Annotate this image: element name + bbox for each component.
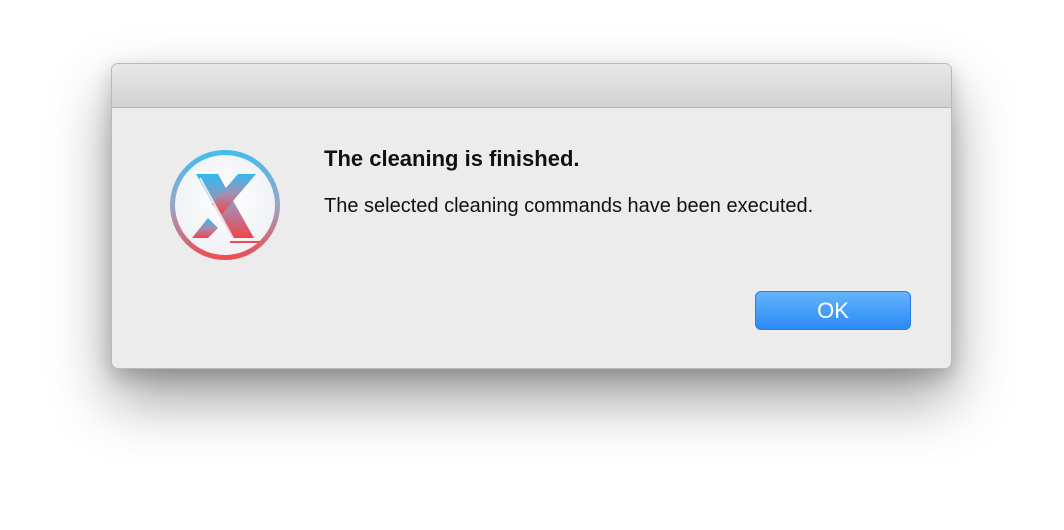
dialog-message: The selected cleaning commands have been… [324,195,814,217]
onyx-app-icon [168,148,282,262]
dialog-title: The cleaning is finished. [324,146,580,171]
alert-dialog: The cleaning is finished. The selected c… [111,63,952,369]
ok-button[interactable]: OK [755,291,911,330]
dialog-titlebar[interactable] [112,64,951,108]
screen: The cleaning is finished. The selected c… [0,0,1064,530]
